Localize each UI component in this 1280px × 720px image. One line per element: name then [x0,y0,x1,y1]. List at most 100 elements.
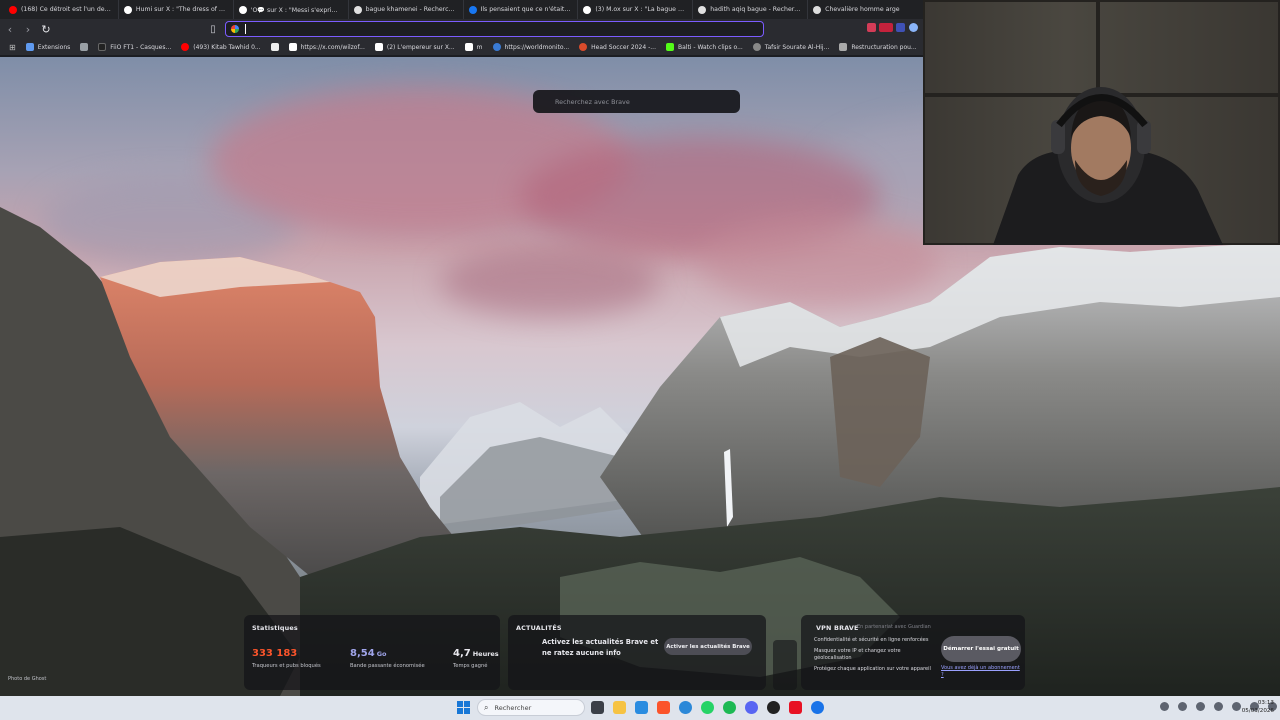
enable-news-button[interactable]: Activer les actualités Brave [664,638,752,655]
kick-icon [665,43,674,51]
tray-icon[interactable] [1178,702,1187,711]
trackers-stat: 333 183 Traqueurs et pubs bloqués [252,648,321,669]
bookmark-icon[interactable]: ▯ [206,22,220,36]
app-icon[interactable] [679,701,692,714]
bookmark-item[interactable]: (2) L'empereur sur X... [370,39,460,56]
x-icon [288,43,297,51]
bookmark-item[interactable] [266,39,284,56]
bookmark-item[interactable] [75,39,93,56]
bookmark-item[interactable]: Balti - Watch clips o... [661,39,748,56]
start-trial-button[interactable]: Démarrer l'essai gratuit [941,636,1021,662]
taskbar-search[interactable]: ⌕ Rechercher [477,699,585,716]
trackers-label: Traqueurs et pubs bloqués [252,663,321,669]
bandwidth-unit: Go [376,650,387,658]
browser-tab[interactable]: Chevalière homme arge [808,0,923,19]
bookmark-label: (493) Kitab Tawhid 0... [193,43,261,51]
google-favicon-icon [698,5,707,14]
existing-subscription-link[interactable]: Vous avez déjà un abonnement ? [941,665,1021,679]
notion-icon [464,43,473,51]
browser-tab[interactable]: bague khamenei - Recherche Googl [349,0,464,19]
tab-label: (3) M.ox sur X : "La bague que porte [595,6,687,13]
vpn-feature-list: Confidentialité et sécurité en ligne ren… [814,637,934,676]
windows-start-icon[interactable] [457,701,470,714]
tab-label: 'O💬 sur X : "Messi s'exprime à pro [250,6,343,14]
extension-icon[interactable] [896,23,905,32]
bookmark-item[interactable]: https://x.com/wilzof... [284,39,370,56]
new-tab-search-box[interactable]: Recherchez avec Brave [533,90,740,113]
search-placeholder: Recherchez avec Brave [555,97,630,106]
obs-icon[interactable] [767,701,780,714]
address-bar[interactable]: ⛉ ▲ [225,21,981,37]
vpn-title: VPN BRAVE [816,624,859,632]
tray-icon[interactable] [1160,702,1169,711]
brave-browser-icon[interactable] [657,701,670,714]
google-search-icon [231,25,239,33]
bookmark-item[interactable]: Restructuration pou... [834,39,921,56]
x-icon [374,43,383,51]
page-icon [270,43,279,51]
tray-icon[interactable] [1214,702,1223,711]
youtube-favicon-icon [9,5,17,14]
bookmark-item[interactable]: https://worldmonito... [488,39,575,56]
bookmark-item[interactable]: Extensions [21,39,76,56]
bookmark-label: m [476,43,483,51]
bookmark-item[interactable]: Head Soccer 2024 -... [574,39,661,56]
browser-tab[interactable]: (3) M.ox sur X : "La bague que porte [578,0,694,19]
taskbar-clock[interactable]: 03:13 05/03/2026 [1234,699,1274,715]
browser-tab[interactable]: 'O💬 sur X : "Messi s'exprime à pro [234,0,349,19]
taskbar-search-label: Rechercher [494,703,532,712]
taskbar: ⌕ Rechercher 03:13 05/03/2026 [0,696,1280,720]
reload-icon[interactable]: ↻ [38,21,54,37]
bookmark-label: Tafsir Sourate Al-Hij... [764,43,830,51]
clock-time: 03:13 [1257,700,1274,706]
bookmark-item[interactable]: (493) Kitab Tawhid 0... [176,39,265,56]
bookmark-label: https://x.com/wilzof... [300,43,365,51]
bookmark-item[interactable]: Tafsir Sourate Al-Hij... [748,39,835,56]
browser-tab[interactable]: (168) Ce détroit est l'un des enjeux [4,0,119,19]
bookmark-label: Extensions [37,43,71,51]
browser-tab[interactable]: Humi sur X : "The dress of someone [119,0,234,19]
x-favicon-icon [238,5,247,14]
extension-badge-icon[interactable] [879,23,893,32]
tray-icon[interactable] [1196,702,1205,711]
address-input[interactable] [246,24,706,34]
tab-label: hadith aqiq bague - Recherche Goo [710,6,803,13]
stats-widget: Statistiques 333 183 Traqueurs et pubs b… [244,615,500,690]
spotify-icon[interactable] [723,701,736,714]
bandwidth-label: Bande passante économisée [350,663,425,669]
bookmark-label: FiiO FT1 - Casques... [110,43,172,51]
bookmark-item[interactable]: FiiO FT1 - Casques... [93,39,176,56]
app-icon[interactable] [789,701,802,714]
file-explorer-icon[interactable] [613,701,626,714]
x-favicon-icon [583,5,592,14]
news-message: Activez les actualités Brave et ne ratez… [542,638,659,657]
news-widget: ACTUALITÉS Activez les actualités Brave … [508,615,766,690]
extension-icon[interactable] [867,23,876,32]
whatsapp-icon[interactable] [701,701,714,714]
browser-tab[interactable]: Ils pensaient que ce n'était qu'une [464,0,579,19]
tab-label: bague khamenei - Recherche Googl [365,6,458,13]
bookmark-label: Head Soccer 2024 -... [591,43,656,51]
bookmark-label: (2) L'empereur sur X... [386,43,455,51]
profile-avatar-icon[interactable] [909,23,918,32]
back-arrow-icon[interactable]: ‹ [2,21,18,37]
task-view-icon[interactable] [591,701,604,714]
game-icon [579,43,588,51]
fiio-icon [98,43,107,51]
extensions-icon [25,43,34,51]
shop-favicon-icon [813,5,822,14]
app-icon[interactable] [811,701,824,714]
discord-icon[interactable] [745,701,758,714]
bookmark-item[interactable]: m [460,39,488,56]
tab-label: Humi sur X : "The dress of someone [135,6,228,13]
time-label: Temps gagné [453,663,488,669]
forward-arrow-icon[interactable]: › [20,21,36,37]
clock-date: 05/03/2026 [1241,708,1274,714]
browser-tab[interactable]: hadith aqiq bague - Recherche Goo [693,0,809,19]
bookmark-label: https://worldmonito... [504,43,570,51]
person-icon [993,87,1223,245]
bookmark-label: Restructuration pou... [851,43,917,51]
webcam-overlay [923,0,1280,245]
app-icon[interactable] [635,701,648,714]
apps-grid-icon[interactable]: ⊞ [4,39,21,56]
